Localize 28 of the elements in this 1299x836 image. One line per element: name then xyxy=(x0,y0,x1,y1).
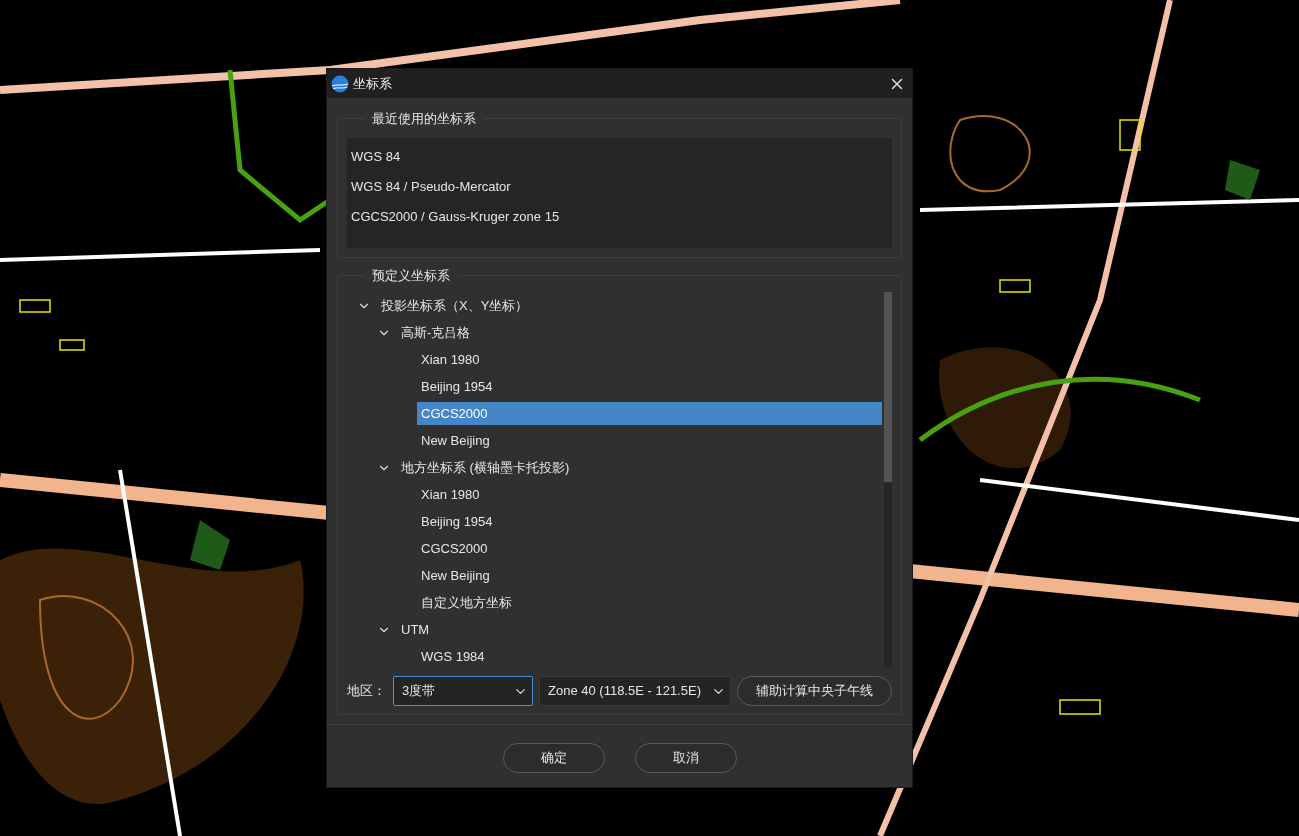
tree-item[interactable]: Xian 1980 xyxy=(417,483,882,506)
dialog-button[interactable]: 确定 xyxy=(502,743,605,773)
tree-item[interactable]: UTM xyxy=(397,618,882,641)
list-item[interactable]: WGS 84 xyxy=(347,142,892,172)
list-item[interactable]: CGCS2000 / Gauss-Kruger zone 15 xyxy=(347,202,892,232)
meridian-button[interactable]: 辅助计算中央子午线 xyxy=(737,676,892,706)
tree-item[interactable]: WGS 1984 xyxy=(417,645,882,667)
list-item[interactable]: WGS 84 / Pseudo-Mercator xyxy=(347,172,892,202)
tree-item[interactable]: New Beijing xyxy=(417,429,882,452)
tree-item[interactable]: 投影坐标系（X、Y坐标） xyxy=(377,294,882,317)
region-dropdown[interactable]: 3度带 xyxy=(393,676,533,706)
tree-item[interactable]: Xian 1980 xyxy=(417,348,882,371)
window-title: 坐标系 xyxy=(353,74,392,93)
tree-item[interactable]: Beijing 1954 xyxy=(417,510,882,533)
tree-item[interactable]: 地方坐标系 (横轴墨卡托投影) xyxy=(397,456,882,479)
group-title: 预定义坐标系 xyxy=(364,267,458,285)
dialog-button[interactable]: 取消 xyxy=(634,743,737,773)
tree-item[interactable]: 自定义地方坐标 xyxy=(417,591,882,614)
tree-item[interactable]: Beijing 1954 xyxy=(417,375,882,398)
tree-item[interactable]: New Beijing xyxy=(417,564,882,587)
tree-item[interactable]: CGCS2000 xyxy=(417,402,882,425)
zone-dropdown[interactable]: Zone 40 (118.5E - 121.5E) xyxy=(539,676,731,706)
scrollbar[interactable] xyxy=(884,292,892,667)
region-label: 地区： xyxy=(347,682,387,701)
globe-logo-icon xyxy=(331,74,349,93)
tree-item[interactable]: CGCS2000 xyxy=(417,537,882,560)
tree-item[interactable]: 高斯-克吕格 xyxy=(397,321,882,344)
group-title: 最近使用的坐标系 xyxy=(364,110,484,128)
